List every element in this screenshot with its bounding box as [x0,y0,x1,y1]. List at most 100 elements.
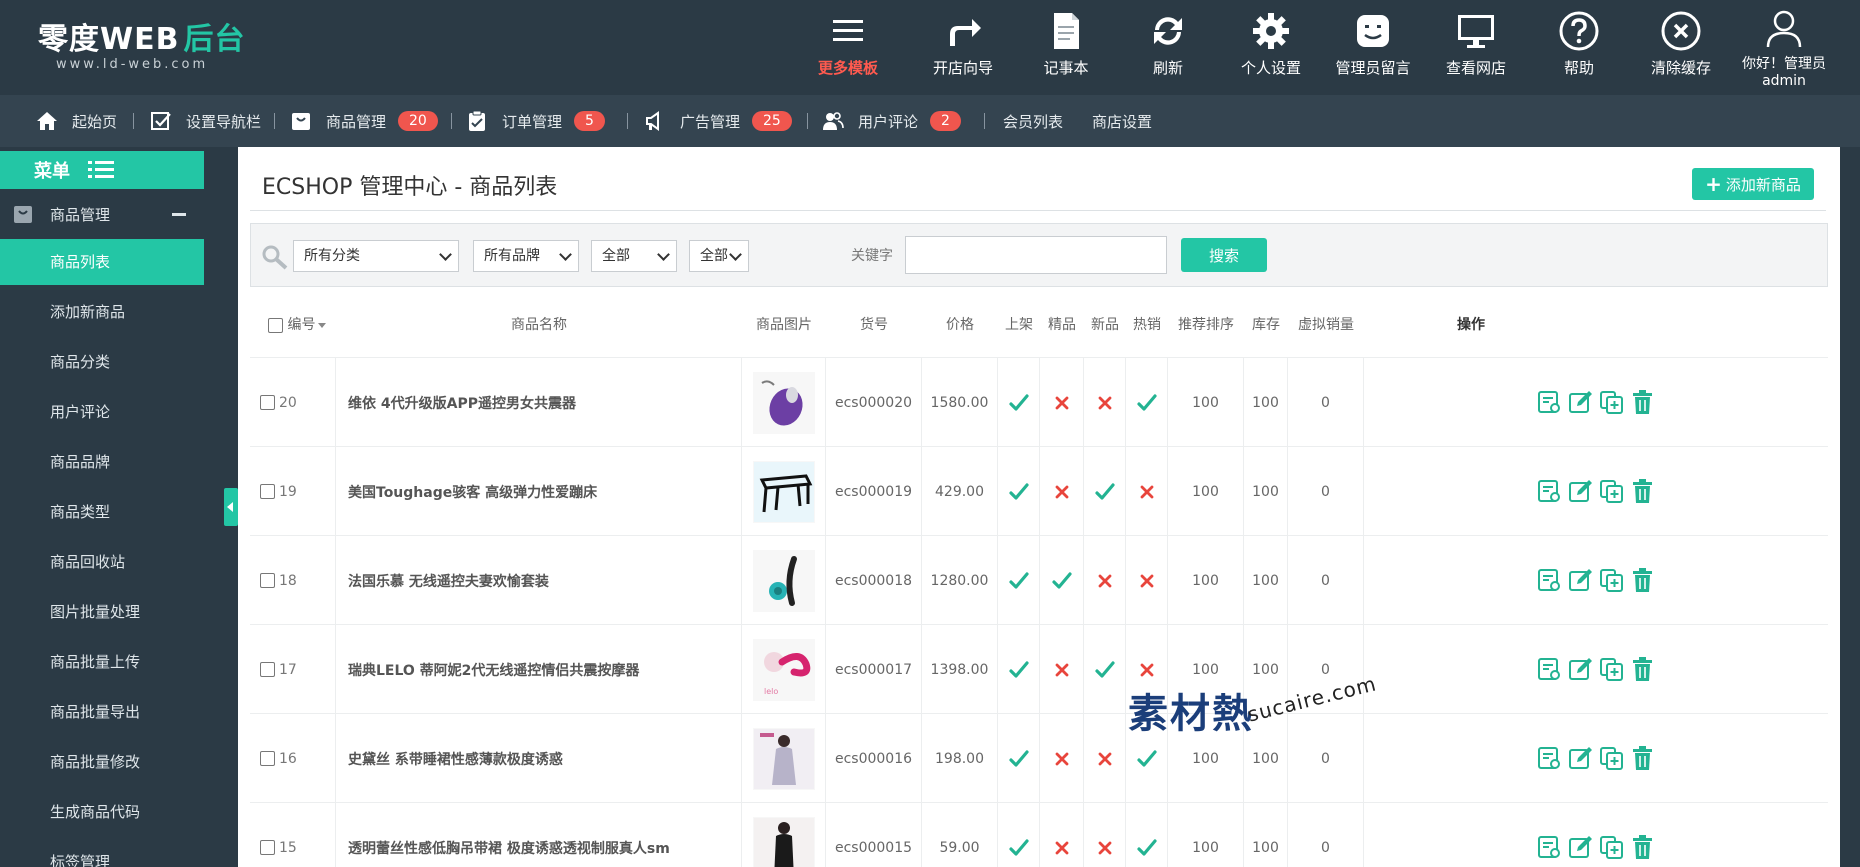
goods-thumbnail[interactable]: lelo [752,638,815,701]
edit-icon[interactable] [1568,835,1593,860]
sidebar-collapse-handle[interactable] [224,488,238,526]
goods-price[interactable]: 1580.00 [931,395,989,411]
goods-sort[interactable]: 100 [1192,395,1219,411]
nav-user-comments[interactable]: 用户评论 2 [822,95,961,147]
menu-header[interactable]: 菜单 [0,151,204,189]
cross-icon[interactable] [1138,661,1156,679]
view-icon[interactable] [1537,390,1562,415]
row-checkbox[interactable] [260,751,275,766]
goods-name[interactable]: 透明蕾丝性感低胸吊带裙 极度诱惑透视制服真人sm [348,838,670,858]
sidebar-group-goods[interactable]: 商品管理 [0,189,204,239]
goods-name[interactable]: 法国乐慕 无线遥控夫妻欢愉套装 [348,571,549,591]
cross-icon[interactable] [1096,839,1114,857]
goods-price[interactable]: 429.00 [935,484,984,500]
goods-virtual-sales[interactable]: 0 [1321,751,1330,767]
goods-name[interactable]: 瑞典LELO 蒂阿妮2代无线遥控情侣共震按摩器 [348,660,639,680]
sidebar-item-generate-code[interactable]: 生成商品代码 [0,789,204,835]
sidebar-item-user-comments[interactable]: 用户评论 [0,389,204,435]
goods-stock[interactable]: 100 [1252,395,1279,411]
goods-sort[interactable]: 100 [1192,840,1219,856]
goods-sort[interactable]: 100 [1192,751,1219,767]
check-icon[interactable] [1008,660,1029,680]
help-button[interactable]: 帮助 [1527,10,1631,77]
sidebar-item-recycle-bin[interactable]: 商品回收站 [0,539,204,585]
copy-icon[interactable] [1599,479,1624,504]
sidebar-item-goods-list[interactable]: 商品列表 [0,239,204,285]
nav-store-settings[interactable]: 商店设置 [1092,95,1152,147]
cross-icon[interactable] [1053,661,1071,679]
nav-order-management[interactable]: 订单管理 5 [466,95,605,147]
add-goods-button[interactable]: + 添加新商品 [1692,168,1814,200]
cross-icon[interactable] [1053,394,1071,412]
collapse-minus-icon[interactable] [172,213,186,216]
goods-virtual-sales[interactable]: 0 [1321,573,1330,589]
admin-user-menu[interactable]: 你好！管理员 admin [1732,8,1836,90]
view-store-button[interactable]: 查看网店 [1424,10,1528,77]
cross-icon[interactable] [1138,483,1156,501]
check-icon[interactable] [1136,393,1157,413]
goods-name[interactable]: 美国Toughage骇客 高级弹力性爱蹦床 [348,482,597,502]
refresh-button[interactable]: 刷新 [1116,10,1220,77]
goods-name[interactable]: 维依 4代升级版APP遥控男女共震器 [348,393,576,413]
sidebar-item-batch-export[interactable]: 商品批量导出 [0,689,204,735]
sidebar-item-goods-type[interactable]: 商品类型 [0,489,204,535]
copy-icon[interactable] [1599,390,1624,415]
edit-icon[interactable] [1568,479,1593,504]
edit-icon[interactable] [1568,568,1593,593]
check-icon[interactable] [1094,482,1115,502]
sidebar-item-batch-images[interactable]: 图片批量处理 [0,589,204,635]
view-icon[interactable] [1537,746,1562,771]
goods-thumbnail[interactable] [752,549,815,612]
goods-virtual-sales[interactable]: 0 [1321,484,1330,500]
sidebar-item-goods-category[interactable]: 商品分类 [0,339,204,385]
check-icon[interactable] [1051,571,1072,591]
th-id[interactable]: 编号 [268,301,338,349]
type-select-2[interactable]: 全部 [689,240,749,272]
goods-price[interactable]: 198.00 [935,751,984,767]
check-icon[interactable] [1008,393,1029,413]
copy-icon[interactable] [1599,835,1624,860]
goods-stock[interactable]: 100 [1252,840,1279,856]
view-icon[interactable] [1537,835,1562,860]
goods-thumbnail[interactable] [752,727,815,790]
edit-icon[interactable] [1568,746,1593,771]
goods-stock[interactable]: 100 [1252,573,1279,589]
delete-icon[interactable] [1630,568,1655,593]
nav-member-list[interactable]: 会员列表 [1003,95,1063,147]
sidebar-item-batch-edit[interactable]: 商品批量修改 [0,739,204,785]
view-icon[interactable] [1537,657,1562,682]
cross-icon[interactable] [1096,394,1114,412]
goods-sort[interactable]: 100 [1192,573,1219,589]
cross-icon[interactable] [1053,483,1071,501]
copy-icon[interactable] [1599,568,1624,593]
view-icon[interactable] [1537,568,1562,593]
setup-wizard-button[interactable]: 开店向导 [911,10,1015,77]
sidebar-item-add-goods[interactable]: 添加新商品 [0,289,204,335]
view-icon[interactable] [1537,479,1562,504]
keyword-input[interactable] [905,236,1167,274]
sidebar-item-batch-upload[interactable]: 商品批量上传 [0,639,204,685]
check-icon[interactable] [1008,482,1029,502]
row-checkbox[interactable] [260,840,275,855]
row-checkbox[interactable] [260,484,275,499]
goods-stock[interactable]: 100 [1252,662,1279,678]
delete-icon[interactable] [1630,479,1655,504]
clear-cache-button[interactable]: 清除缓存 [1629,10,1733,77]
search-button[interactable]: 搜索 [1181,238,1267,272]
check-icon[interactable] [1008,838,1029,858]
copy-icon[interactable] [1599,657,1624,682]
type-select-1[interactable]: 全部 [591,240,677,272]
delete-icon[interactable] [1630,746,1655,771]
check-icon[interactable] [1094,660,1115,680]
goods-sort[interactable]: 100 [1192,662,1219,678]
nav-goods-management[interactable]: 商品管理 20 [290,95,438,147]
sidebar-item-goods-brand[interactable]: 商品品牌 [0,439,204,485]
row-checkbox[interactable] [260,662,275,677]
goods-price[interactable]: 59.00 [939,840,979,856]
sidebar-item-tag-management[interactable]: 标签管理 [0,839,204,867]
category-select[interactable]: 所有分类 [293,240,459,272]
admin-message-button[interactable]: 管理员留言 [1321,10,1425,77]
nav-home[interactable]: 起始页 [36,95,117,147]
check-icon[interactable] [1008,749,1029,769]
goods-stock[interactable]: 100 [1252,751,1279,767]
